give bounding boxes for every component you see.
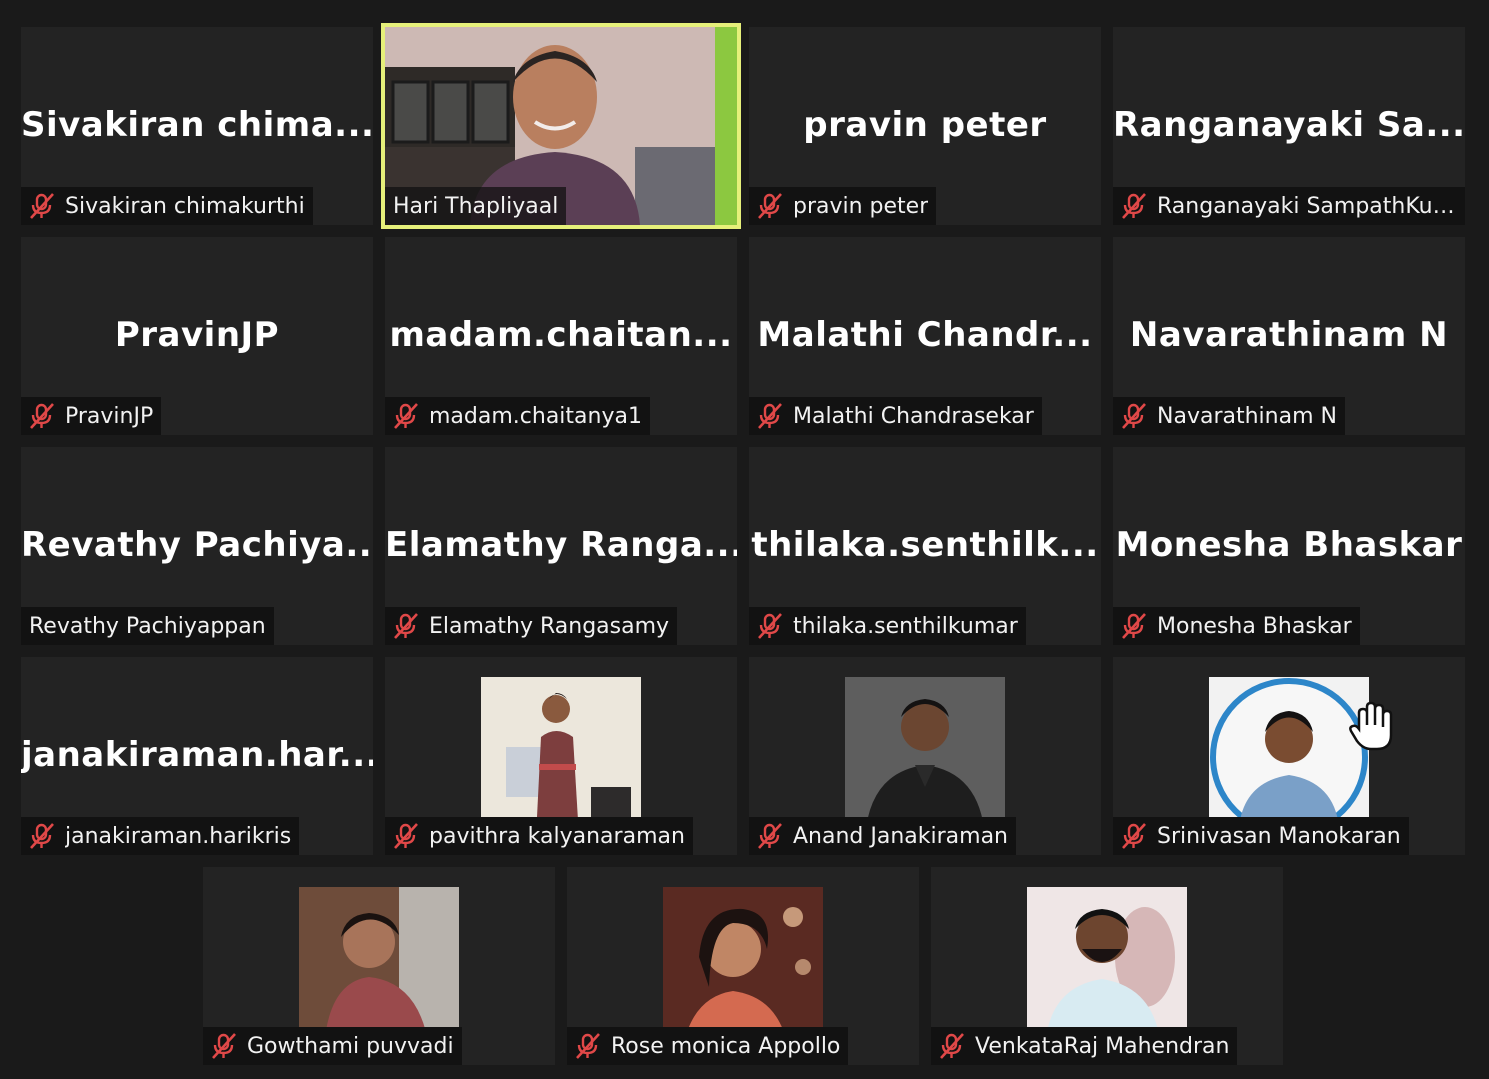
participant-label: Malathi Chandrasekar <box>793 403 1034 429</box>
profile-photo <box>299 887 459 1047</box>
participant-name-tag: Anand Janakiraman <box>749 817 1017 855</box>
participant-name-tag: Srinivasan Manokaran <box>1113 817 1409 855</box>
participant-tile[interactable]: Ranganayaki Sa... Ranganayaki SampathKum… <box>1113 27 1465 225</box>
participant-display-name: Revathy Pachiya... <box>21 525 373 565</box>
participant-name-tag: Navarathinam N <box>1113 397 1345 435</box>
participant-name-tag: Hari Thapliyaal <box>385 187 567 225</box>
participant-display-name: Monesha Bhaskar <box>1115 525 1463 565</box>
participant-label: Hari Thapliyaal <box>393 193 559 219</box>
participant-display-name: thilaka.senthilk... <box>751 525 1099 565</box>
participant-tile[interactable]: Revathy Pachiya... Revathy Pachiyappan <box>21 447 373 645</box>
participant-name-tag: janakiraman.harikris <box>21 817 300 855</box>
participant-label: Gowthami puvvadi <box>247 1033 454 1059</box>
participant-tile[interactable]: Srinivasan Manokaran <box>1113 657 1465 855</box>
mic-muted-icon <box>1122 823 1146 849</box>
participant-tile[interactable]: Gowthami puvvadi <box>203 867 555 1065</box>
participant-name-tag: Malathi Chandrasekar <box>749 397 1042 435</box>
participant-display-name: Malathi Chandr... <box>757 315 1093 355</box>
participant-tile[interactable]: Monesha Bhaskar Monesha Bhaskar <box>1113 447 1465 645</box>
mic-muted-icon <box>394 613 418 639</box>
participant-tile-active-speaker[interactable]: Hari Thapliyaal <box>381 23 741 229</box>
participant-display-name: Navarathinam N <box>1129 315 1449 355</box>
participant-name-tag: Monesha Bhaskar <box>1113 607 1360 645</box>
mic-muted-icon <box>758 193 782 219</box>
participant-name-tag: Elamathy Rangasamy <box>385 607 678 645</box>
participant-name-tag: Sivakiran chimakurthi <box>21 187 313 225</box>
profile-photo <box>1209 677 1369 837</box>
participant-tile[interactable]: VenkataRaj Mahendran <box>931 867 1283 1065</box>
mic-muted-icon <box>1122 193 1146 219</box>
participant-display-name: Elamathy Ranga... <box>385 525 737 565</box>
participant-label: Srinivasan Manokaran <box>1157 823 1401 849</box>
mic-muted-icon <box>758 613 782 639</box>
profile-photo <box>663 887 823 1047</box>
mic-muted-icon <box>940 1033 964 1059</box>
profile-photo <box>845 677 1005 837</box>
participant-display-name: janakiraman.har... <box>21 735 373 775</box>
mic-muted-icon <box>576 1033 600 1059</box>
profile-photo <box>481 677 641 837</box>
participant-tile[interactable]: madam.chaitan... madam.chaitanya1 <box>385 237 737 435</box>
participant-name-tag: PravinJP <box>21 397 162 435</box>
participant-tile[interactable]: Rose monica Appollo <box>567 867 919 1065</box>
participant-tile[interactable]: Anand Janakiraman <box>749 657 1101 855</box>
participant-tile[interactable]: pravin peter pravin peter <box>749 27 1101 225</box>
mic-muted-icon <box>30 823 54 849</box>
participant-tile[interactable]: janakiraman.har... janakiraman.harikris <box>21 657 373 855</box>
participant-name-tag: Gowthami puvvadi <box>203 1027 462 1065</box>
raised-hand-icon <box>1349 701 1393 751</box>
participant-label: VenkataRaj Mahendran <box>975 1033 1230 1059</box>
participant-tile[interactable]: pavithra kalyanaraman <box>385 657 737 855</box>
participant-display-name: madam.chaitan... <box>389 315 733 355</box>
mic-muted-icon <box>30 403 54 429</box>
mic-muted-icon <box>30 193 54 219</box>
participant-label: Rose monica Appollo <box>611 1033 841 1059</box>
participant-label: Ranganayaki SampathKum... <box>1157 193 1459 219</box>
participant-label: Navarathinam N <box>1157 403 1337 429</box>
participant-label: Sivakiran chimakurthi <box>65 193 305 219</box>
participant-display-name: pravin peter <box>803 105 1047 145</box>
mic-muted-icon <box>1122 403 1146 429</box>
participant-name-tag: pavithra kalyanaraman <box>385 817 693 855</box>
participant-name-tag: pravin peter <box>749 187 937 225</box>
participant-name-tag: madam.chaitanya1 <box>385 397 650 435</box>
participant-display-name: PravinJP <box>114 315 280 355</box>
participant-label: madam.chaitanya1 <box>429 403 642 429</box>
participant-name-tag: Rose monica Appollo <box>567 1027 849 1065</box>
participant-name-tag: VenkataRaj Mahendran <box>931 1027 1238 1065</box>
participant-label: thilaka.senthilkumar <box>793 613 1018 639</box>
participant-label: Monesha Bhaskar <box>1157 613 1352 639</box>
participant-name-tag: thilaka.senthilkumar <box>749 607 1026 645</box>
participant-display-name: Sivakiran chima... <box>21 105 373 145</box>
mic-muted-icon <box>394 823 418 849</box>
mic-muted-icon <box>394 403 418 429</box>
profile-photo <box>1027 887 1187 1047</box>
mic-muted-icon <box>1122 613 1146 639</box>
participant-label: PravinJP <box>65 403 154 429</box>
participant-tile[interactable]: Sivakiran chima... Sivakiran chimakurthi <box>21 27 373 225</box>
participant-label: janakiraman.harikris <box>65 823 292 849</box>
participant-tile[interactable]: Malathi Chandr... Malathi Chandrasekar <box>749 237 1101 435</box>
participant-tile[interactable]: Elamathy Ranga... Elamathy Rangasamy <box>385 447 737 645</box>
participant-tile[interactable]: PravinJP PravinJP <box>21 237 373 435</box>
mic-muted-icon <box>758 823 782 849</box>
participant-label: pravin peter <box>793 193 929 219</box>
participant-label: pavithra kalyanaraman <box>429 823 685 849</box>
mic-muted-icon <box>212 1033 236 1059</box>
participant-display-name: Ranganayaki Sa... <box>1113 105 1465 145</box>
participant-label: Elamathy Rangasamy <box>429 613 670 639</box>
participant-tile[interactable]: Navarathinam N Navarathinam N <box>1113 237 1465 435</box>
participant-name-tag: Ranganayaki SampathKum... <box>1113 187 1465 225</box>
mic-muted-icon <box>758 403 782 429</box>
participant-tile[interactable]: thilaka.senthilk... thilaka.senthilkumar <box>749 447 1101 645</box>
participant-label: Anand Janakiraman <box>793 823 1009 849</box>
participant-name-tag: Revathy Pachiyappan <box>21 607 274 645</box>
participant-label: Revathy Pachiyappan <box>29 613 266 639</box>
